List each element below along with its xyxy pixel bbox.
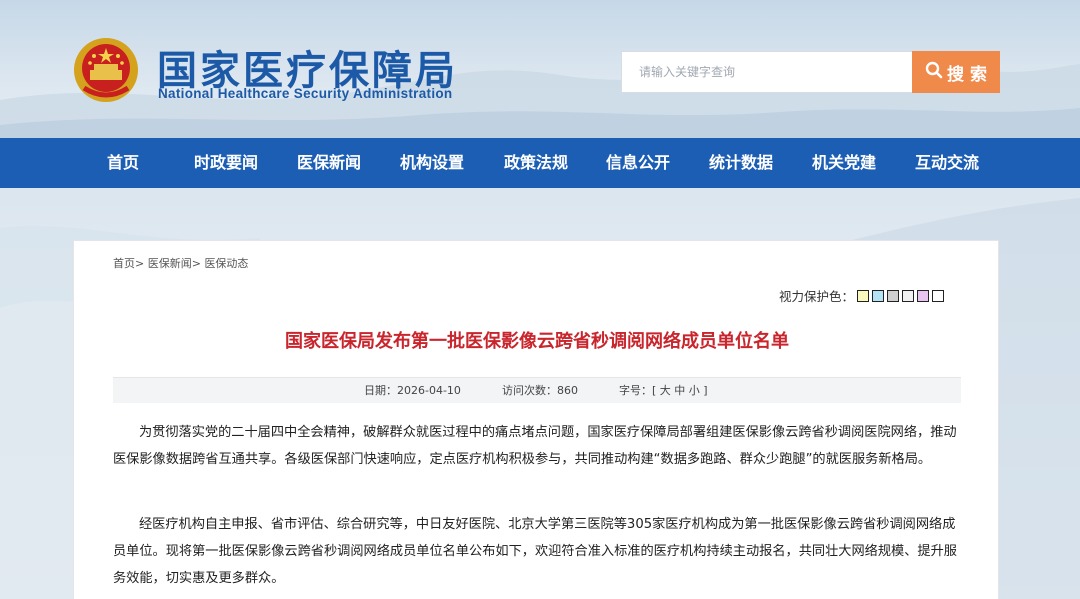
main-navigation: 首页 时政要闻 医保新闻 机构设置 政策法规 信息公开 统计数据 机关党建 互动… [0,138,1080,188]
article-meta-bar: 日期：2026-04-10 访问次数：860 字号：[ 大 中 小 ] [113,377,961,403]
breadcrumb-medicare-updates[interactable]: 医保动态 [204,257,248,270]
breadcrumb-home[interactable]: 首页 [113,257,135,270]
search-input[interactable]: 请输入关键字查询 [621,51,913,93]
article-paragraph: 经医疗机构自主申报、省市评估、综合研究等，中日友好医院、北京大学第三医院等305… [113,517,957,586]
breadcrumb-separator: > [191,257,201,270]
font-size-control: 字号：[ 大 中 小 ] [619,378,708,404]
search-button-label: 搜 索 [947,64,987,85]
nav-item-medicare-news[interactable]: 医保新闻 [297,138,361,188]
font-size-label: 字号： [619,384,652,397]
font-size-large[interactable]: 大 [660,384,671,397]
breadcrumb: 首页> 医保新闻> 医保动态 [113,255,248,271]
nav-item-interaction[interactable]: 互动交流 [915,138,979,188]
visits-label: 访问次数： [502,384,557,397]
swatch-blue[interactable] [872,289,885,302]
swatch-light-gray[interactable] [902,289,915,302]
font-size-medium[interactable]: 中 [674,384,685,397]
nav-item-party[interactable]: 机关党建 [812,138,876,188]
font-size-bracket-open: [ [652,384,657,397]
date-value: 2026-04-10 [397,384,461,397]
swatch-purple[interactable] [917,289,930,302]
article-panel: 首页> 医保新闻> 医保动态 视力保护色： 国家医保局发布第一批医保影像云跨省秒… [73,240,999,599]
site-subtitle: National Healthcare Security Administrat… [158,86,453,101]
article-title: 国家医保局发布第一批医保影像云跨省秒调阅网络成员单位名单 [285,331,789,352]
search-button[interactable]: 搜 索 [912,51,1000,93]
eye-care-label: 视力保护色： [779,289,855,304]
nav-item-home[interactable]: 首页 [107,138,139,188]
nav-item-news[interactable]: 时政要闻 [194,138,258,188]
eye-care-color-picker: 视力保护色： [779,286,945,305]
national-emblem-icon [72,36,140,104]
nav-item-organization[interactable]: 机构设置 [400,138,464,188]
font-size-small[interactable]: 小 [689,384,700,397]
swatch-yellow[interactable] [857,289,870,302]
swatch-gray[interactable] [887,289,900,302]
font-size-bracket-close: ] [703,384,708,397]
breadcrumb-separator: > [135,257,145,270]
swatch-white[interactable] [932,289,945,302]
article-paragraph: 为贯彻落实党的二十届四中全会精神，破解群众就医过程中的痛点堵点问题，国家医疗保障… [113,425,957,467]
date-info: 日期：2026-04-10 [364,378,461,404]
nav-item-statistics[interactable]: 统计数据 [709,138,773,188]
breadcrumb-medicare-news[interactable]: 医保新闻 [148,257,192,270]
search-icon [925,61,943,84]
nav-item-disclosure[interactable]: 信息公开 [606,138,670,188]
visits-value: 860 [557,384,578,397]
visits-info: 访问次数：860 [502,378,578,404]
nav-item-policy[interactable]: 政策法规 [504,138,568,188]
date-label: 日期： [364,384,397,397]
